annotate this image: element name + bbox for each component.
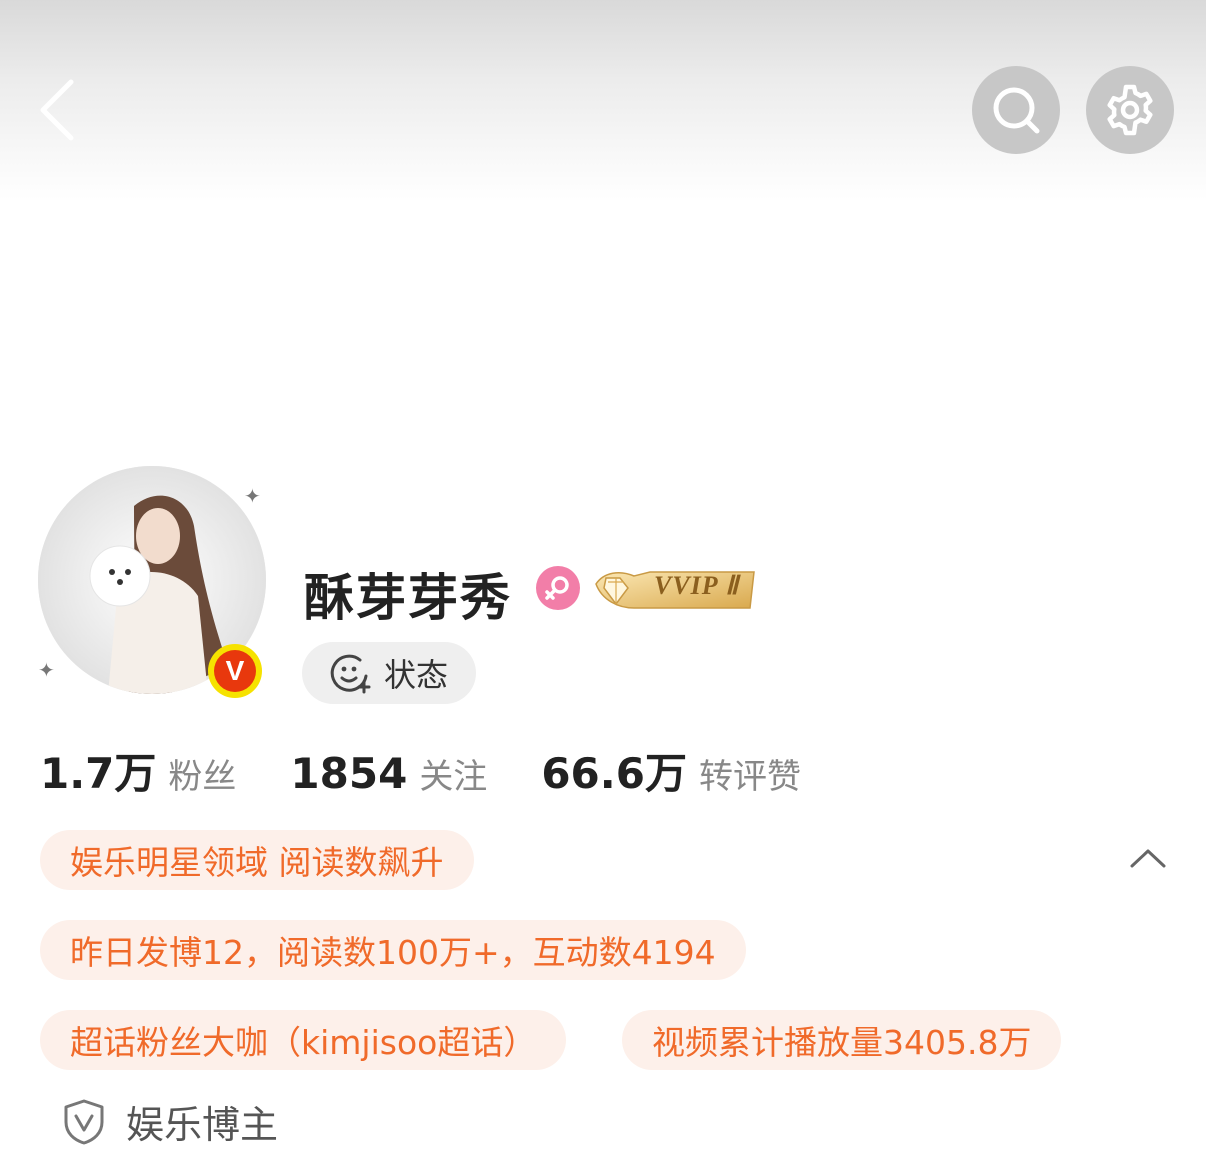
following-stat[interactable]: 1854 关注 <box>290 749 487 798</box>
sparkle-icon: ✦ <box>244 484 261 508</box>
role-row[interactable]: 娱乐博主 <box>62 1094 278 1149</box>
vip-label: VVIP Ⅱ <box>654 571 740 600</box>
chevron-left-icon <box>40 79 74 141</box>
verified-badge: V <box>208 644 262 698</box>
interactions-stat[interactable]: 66.6万 转评赞 <box>541 740 801 801</box>
collapse-button[interactable] <box>1126 836 1170 880</box>
interactions-count: 66.6万 <box>541 749 687 798</box>
sparkle-icon: ✦ <box>38 658 55 682</box>
shield-v-icon <box>64 1099 104 1144</box>
gear-icon <box>1107 84 1153 136</box>
tag-yesterday[interactable]: 昨日发博12，阅读数100万+，互动数4194 <box>40 920 746 980</box>
back-button[interactable] <box>22 70 92 150</box>
search-button[interactable] <box>972 66 1060 154</box>
settings-button[interactable] <box>1086 66 1174 154</box>
v-verified-icon: V <box>214 650 256 692</box>
role-label: 娱乐博主 <box>126 1103 279 1147</box>
followers-count: 1.7万 <box>40 749 157 798</box>
tag-video[interactable]: 视频累计播放量3405.8万 <box>622 1010 1062 1070</box>
tag-supertopic[interactable]: 超话粉丝大咖（kimjisoo超话） <box>40 1010 567 1070</box>
followers-label: 粉丝 <box>168 757 237 797</box>
followers-stat[interactable]: 1.7万 粉丝 <box>40 740 236 801</box>
chevron-up-icon <box>1130 849 1166 868</box>
stats-row: 1.7万 粉丝 1854 关注 66.6万 转评赞 <box>40 740 855 800</box>
vip-badge[interactable]: VVIP Ⅱ <box>594 564 756 612</box>
status-label: 状态 <box>383 656 448 694</box>
female-icon <box>536 566 580 610</box>
search-icon <box>993 87 1040 134</box>
avatar[interactable]: ✦ ✦ V <box>28 458 278 708</box>
tag-domain[interactable]: 娱乐明星领域 阅读数飙升 <box>40 830 474 890</box>
following-count: 1854 <box>290 749 408 798</box>
smiley-add-icon <box>330 654 371 694</box>
user-name: 酥芽芽秀 <box>304 569 512 627</box>
status-button[interactable]: 状态 <box>302 642 476 704</box>
following-label: 关注 <box>419 757 488 797</box>
interactions-label: 转评赞 <box>698 757 801 797</box>
